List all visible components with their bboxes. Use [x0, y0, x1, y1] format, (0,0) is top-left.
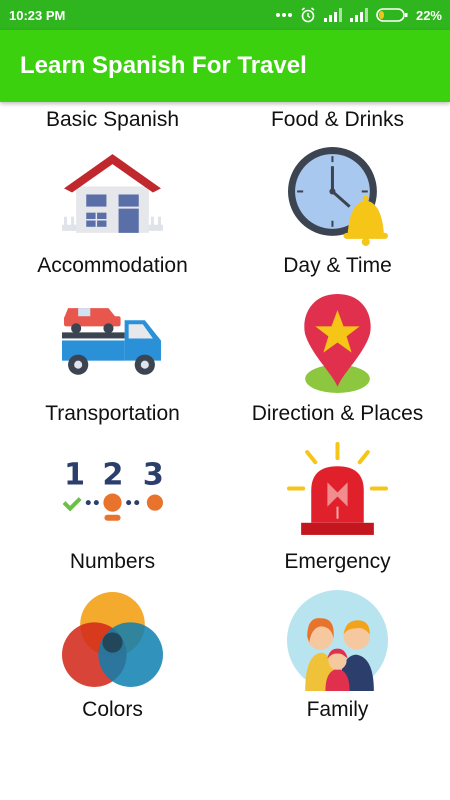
category-label: Colors: [82, 698, 143, 721]
status-bar: 10:23 PM 22%: [0, 0, 450, 30]
dots-icon: [275, 13, 292, 17]
category-label: Food & Drinks: [270, 108, 405, 131]
battery-percent: 22%: [415, 7, 442, 23]
family-icon: [287, 590, 388, 691]
app-bar: Learn Spanish For Travel: [0, 30, 450, 102]
category-label: Family: [306, 698, 369, 721]
color-circles-icon: [62, 590, 163, 691]
signal-icon: [323, 8, 342, 22]
map-pin-star-icon: [287, 294, 388, 395]
siren-icon: [287, 442, 388, 543]
signal-icon: [349, 8, 368, 22]
category-label: Accommodation: [37, 254, 188, 277]
battery-icon: [376, 8, 408, 22]
category-emergency[interactable]: Emergency: [225, 442, 450, 590]
category-basic-spanish[interactable]: Basic Spanish: [0, 102, 225, 136]
clock-bell-icon: [287, 146, 388, 247]
category-label: Transportation: [45, 402, 180, 425]
svg-text:1: 1: [64, 457, 85, 492]
category-label: Day & Time: [283, 254, 392, 277]
category-label: Emergency: [284, 550, 391, 573]
status-icons: 22%: [275, 6, 442, 24]
category-colors[interactable]: Colors: [0, 590, 225, 738]
svg-text:2: 2: [102, 457, 123, 492]
category-day-time[interactable]: Day & Time: [225, 146, 450, 294]
category-numbers[interactable]: 1 2 3 Numbers: [0, 442, 225, 590]
svg-text:3: 3: [143, 457, 163, 492]
category-direction-places[interactable]: Direction & Places: [225, 294, 450, 442]
category-label: Numbers: [69, 550, 156, 573]
house-icon: [62, 146, 163, 247]
category-accommodation[interactable]: Accommodation: [0, 146, 225, 294]
alarm-icon: [301, 7, 315, 23]
category-label: Direction & Places: [251, 402, 424, 425]
category-label: Basic Spanish: [45, 108, 180, 131]
tow-truck-icon: [62, 294, 163, 395]
category-food-drinks[interactable]: Food & Drinks: [225, 102, 450, 136]
category-family[interactable]: Family: [225, 590, 450, 738]
app-title: Learn Spanish For Travel: [20, 52, 307, 79]
category-transportation[interactable]: Transportation: [0, 294, 225, 442]
numbers-icon: 1 2 3: [62, 442, 163, 543]
status-time: 10:23 PM: [9, 8, 66, 23]
category-grid: Basic Spanish Food & Drinks Accommodatio…: [0, 102, 450, 800]
